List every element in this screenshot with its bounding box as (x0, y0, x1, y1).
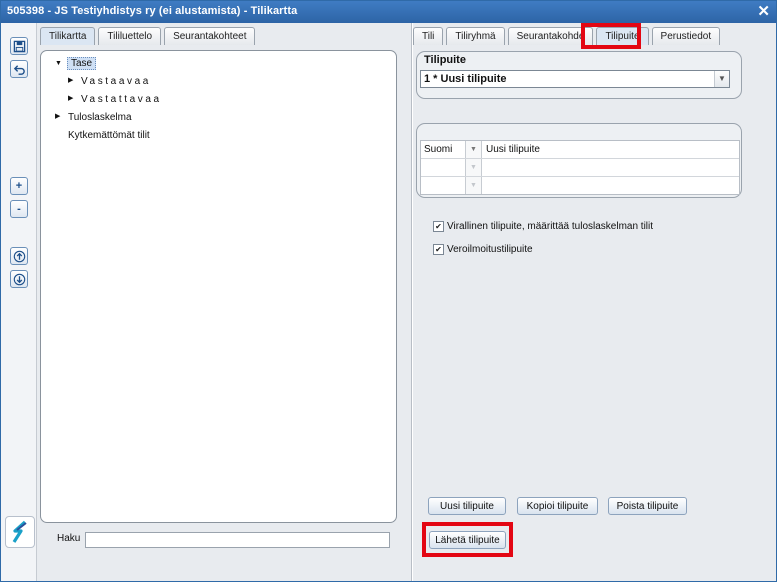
title-bar: 505398 - JS Testiyhdistys ry (ei alustam… (1, 1, 776, 23)
tab-seurantakohteet[interactable]: Seurantakohteet (164, 27, 256, 45)
plus-icon: + (15, 179, 23, 192)
tax-checkbox-label: Veroilmoitustilipuite (447, 244, 533, 255)
right-tab-bar: Tili Tiliryhmä Seurantakohde Tilipuite P… (413, 27, 721, 45)
app-window: 505398 - JS Testiyhdistys ry (ei alustam… (0, 0, 777, 582)
table-row: Suomi ▼ Uusi tilipuite (421, 141, 739, 159)
move-down-button[interactable] (10, 270, 28, 288)
chevron-down-icon[interactable]: ▼ (466, 141, 482, 158)
collapsed-arrow-icon[interactable]: ▶ (55, 112, 60, 122)
language-cell[interactable]: Suomi (421, 141, 466, 158)
check-icon: ✔ (435, 222, 442, 231)
tab-tilipuite[interactable]: Tilipuite (596, 27, 649, 45)
tab-tililuettelo[interactable]: Tililuettelo (98, 27, 162, 45)
tree-node-vastaavaa[interactable]: Vastaavaa (81, 76, 151, 87)
name-cell[interactable] (483, 159, 737, 176)
tree-node-vastattavaa[interactable]: Vastattavaa (81, 94, 162, 105)
search-input[interactable] (85, 532, 390, 548)
undo-button[interactable] (10, 60, 28, 78)
save-button[interactable] (10, 37, 28, 55)
account-tree: ▼ Tase ▶ Vastaavaa ▶ Vastattavaa ▶ Tulos… (40, 50, 397, 523)
arrow-down-circle-icon (13, 273, 25, 285)
collapsed-arrow-icon[interactable]: ▶ (68, 94, 73, 104)
tree-node-tase[interactable]: Tase (67, 57, 97, 70)
minus-icon: - (17, 202, 21, 215)
remove-button[interactable]: - (10, 200, 28, 218)
tab-seurantakohde[interactable]: Seurantakohde (507, 27, 594, 45)
arrow-up-circle-icon (13, 250, 25, 262)
add-button[interactable]: + (10, 177, 28, 195)
name-cell[interactable] (483, 177, 737, 194)
tilipuite-names-grid: Suomi ▼ Uusi tilipuite ▼ ▼ (420, 140, 740, 195)
tab-tilikartta[interactable]: Tilikartta (40, 27, 96, 45)
left-toolbar: + - (1, 23, 37, 581)
tilipuite-selected-value: 1 * Uusi tilipuite (424, 73, 507, 85)
detail-panel: Tili Tiliryhmä Seurantakohde Tilipuite P… (413, 23, 776, 581)
new-tilipuite-button[interactable]: Uusi tilipuite (428, 497, 506, 515)
search-label: Haku (57, 533, 81, 544)
chevron-down-icon[interactable]: ▼ (466, 177, 482, 194)
check-icon: ✔ (435, 245, 442, 254)
account-chart-panel: Tilikartta Tililuettelo Seurantakohteet … (37, 23, 412, 581)
tilipuite-title: Tilipuite (424, 54, 466, 66)
table-row: ▼ (421, 177, 739, 194)
delete-tilipuite-button[interactable]: Poista tilipuite (608, 497, 687, 515)
undo-icon (13, 64, 25, 75)
chevron-down-icon[interactable]: ▼ (714, 71, 729, 87)
tree-node-kytkemattomat[interactable]: Kytkemättömät tilit (68, 130, 150, 141)
logo-icon (12, 520, 27, 543)
window-title: 505398 - JS Testiyhdistys ry (ei alustam… (7, 5, 298, 17)
expanded-arrow-icon[interactable]: ▼ (55, 59, 62, 69)
tax-checkbox[interactable]: ✔ (433, 244, 444, 255)
save-icon (13, 40, 25, 52)
tab-tili[interactable]: Tili (413, 27, 444, 45)
send-tilipuite-button[interactable]: Lähetä tilipuite (429, 531, 506, 549)
left-tab-bar: Tilikartta Tililuettelo Seurantakohteet (40, 27, 256, 45)
tree-node-tuloslaskelma[interactable]: Tuloslaskelma (68, 112, 132, 123)
table-row: ▼ (421, 159, 739, 177)
copy-tilipuite-button[interactable]: Kopioi tilipuite (517, 497, 598, 515)
name-cell[interactable]: Uusi tilipuite (483, 141, 737, 158)
language-cell[interactable] (421, 177, 466, 194)
official-checkbox[interactable]: ✔ (433, 221, 444, 232)
official-checkbox-label: Virallinen tilipuite, määrittää tuloslas… (447, 221, 654, 232)
tilipuite-select[interactable]: 1 * Uusi tilipuite ▼ (420, 70, 730, 88)
collapsed-arrow-icon[interactable]: ▶ (68, 76, 73, 86)
close-icon[interactable]: ✕ (757, 2, 770, 20)
chevron-down-icon[interactable]: ▼ (466, 159, 482, 176)
app-logo (5, 516, 35, 548)
tab-perustiedot[interactable]: Perustiedot (651, 27, 721, 45)
language-cell[interactable] (421, 159, 466, 176)
move-up-button[interactable] (10, 247, 28, 265)
tab-tiliryhma[interactable]: Tiliryhmä (446, 27, 505, 45)
